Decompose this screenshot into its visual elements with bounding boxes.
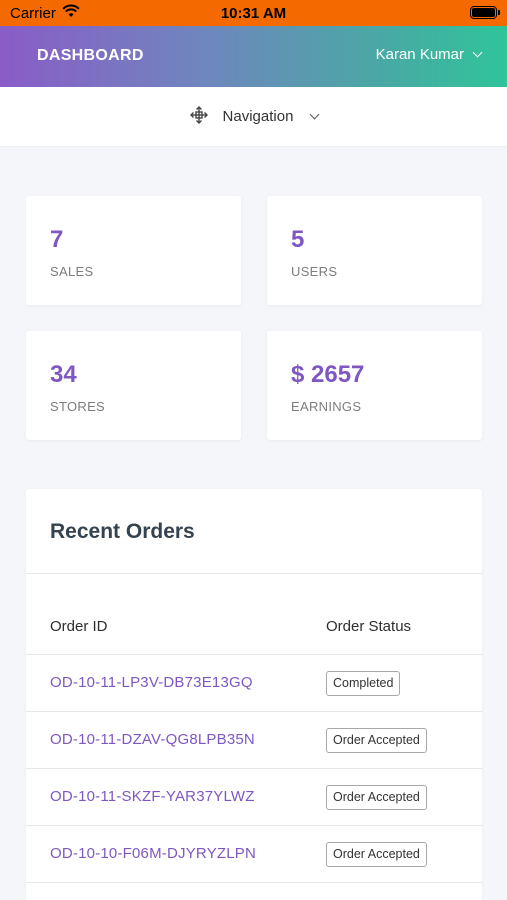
order-status-header: Order Status <box>326 618 412 635</box>
users-label: USERS <box>291 264 338 279</box>
order-id-link[interactable]: OD-10-11-SKZF-YAR37YLWZ <box>50 788 255 805</box>
stores-label: STORES <box>50 399 106 414</box>
status-bar: Carrier 10:31 AM <box>0 0 507 26</box>
divider <box>26 573 482 574</box>
sales-value: 7 <box>50 226 64 253</box>
navigation-label: Navigation <box>222 108 294 125</box>
order-id-header: Order ID <box>50 618 108 635</box>
table-row[interactable]: OD-10-11-LP3V-DB73E13GQ Completed <box>26 654 482 711</box>
user-name: Karan Kumar <box>375 46 464 63</box>
table-row[interactable]: OD-10-11-DZAV-QG8LPB35N Order Accepted <box>26 711 482 768</box>
stores-value: 34 <box>50 361 77 388</box>
status-badge: Order Accepted <box>326 728 427 753</box>
status-badge: Order Accepted <box>326 785 427 810</box>
earnings-card: $ 2657 EARNINGS <box>267 331 482 440</box>
move-icon <box>189 105 209 129</box>
chevron-down-icon <box>309 109 320 120</box>
navigation-dropdown[interactable]: Navigation <box>0 87 507 147</box>
users-value: 5 <box>291 226 305 253</box>
sales-label: SALES <box>50 264 94 279</box>
status-badge: Order Accepted <box>326 842 427 867</box>
order-id-link[interactable]: OD-10-10-F06M-DJYRYZLPN <box>50 845 256 862</box>
recent-orders-title: Recent Orders <box>50 520 195 543</box>
earnings-value: $ 2657 <box>291 361 365 388</box>
recent-orders-card: Recent Orders Order ID Order Status OD-1… <box>26 489 482 900</box>
sales-card: 7 SALES <box>26 196 241 305</box>
clock: 10:31 AM <box>220 5 287 22</box>
order-id-link[interactable]: OD-10-11-LP3V-DB73E13GQ <box>50 674 253 691</box>
users-card: 5 USERS <box>267 196 482 305</box>
earnings-label: EARNINGS <box>291 399 362 414</box>
order-id-link[interactable]: OD-10-11-DZAV-QG8LPB35N <box>50 731 255 748</box>
status-badge: Completed <box>326 671 401 696</box>
brand-title: DASHBOARD <box>37 47 144 64</box>
user-menu[interactable]: Karan Kumar <box>375 46 483 63</box>
table-row[interactable]: OD-10-11-SKZF-YAR37YLWZ Order Accepted <box>26 768 482 825</box>
chevron-down-icon <box>472 47 483 58</box>
table-row[interactable]: OD-10-10-F06M-DJYRYZLPN Order Accepted <box>26 825 482 882</box>
table-row <box>26 882 482 900</box>
app-header: DASHBOARD Karan Kumar <box>0 26 507 87</box>
battery-icon <box>470 6 500 19</box>
stores-card: 34 STORES <box>26 331 241 440</box>
